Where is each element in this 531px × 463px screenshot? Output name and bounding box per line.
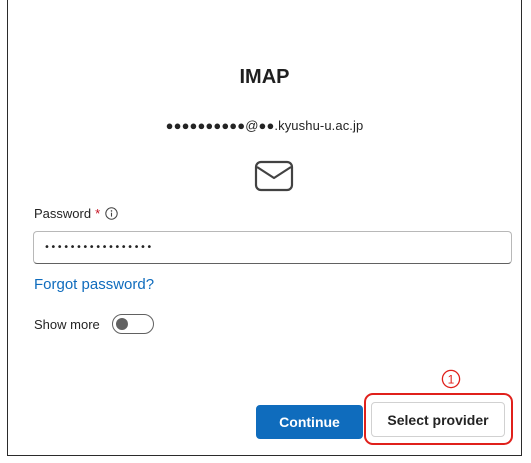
password-input[interactable] xyxy=(33,231,512,264)
annotation-marker: 1 xyxy=(441,369,461,389)
show-more-row: Show more xyxy=(34,314,154,334)
forgot-password-link[interactable]: Forgot password? xyxy=(34,276,154,293)
annotation-number: 1 xyxy=(448,372,455,386)
account-email: ●●●●●●●●●●@●●.kyushu-u.ac.jp xyxy=(165,118,364,133)
show-more-label: Show more xyxy=(34,316,100,332)
password-label: Password xyxy=(34,206,92,221)
password-label-row: Password * xyxy=(34,206,118,221)
continue-button[interactable]: Continue xyxy=(256,405,363,439)
required-mark: * xyxy=(95,206,101,221)
info-icon[interactable] xyxy=(105,207,118,220)
dialog-title: IMAP xyxy=(239,66,290,88)
show-more-toggle[interactable] xyxy=(111,314,154,334)
select-provider-button[interactable]: Select provider xyxy=(371,402,505,437)
mail-icon xyxy=(253,159,295,193)
toggle-knob xyxy=(115,318,128,330)
